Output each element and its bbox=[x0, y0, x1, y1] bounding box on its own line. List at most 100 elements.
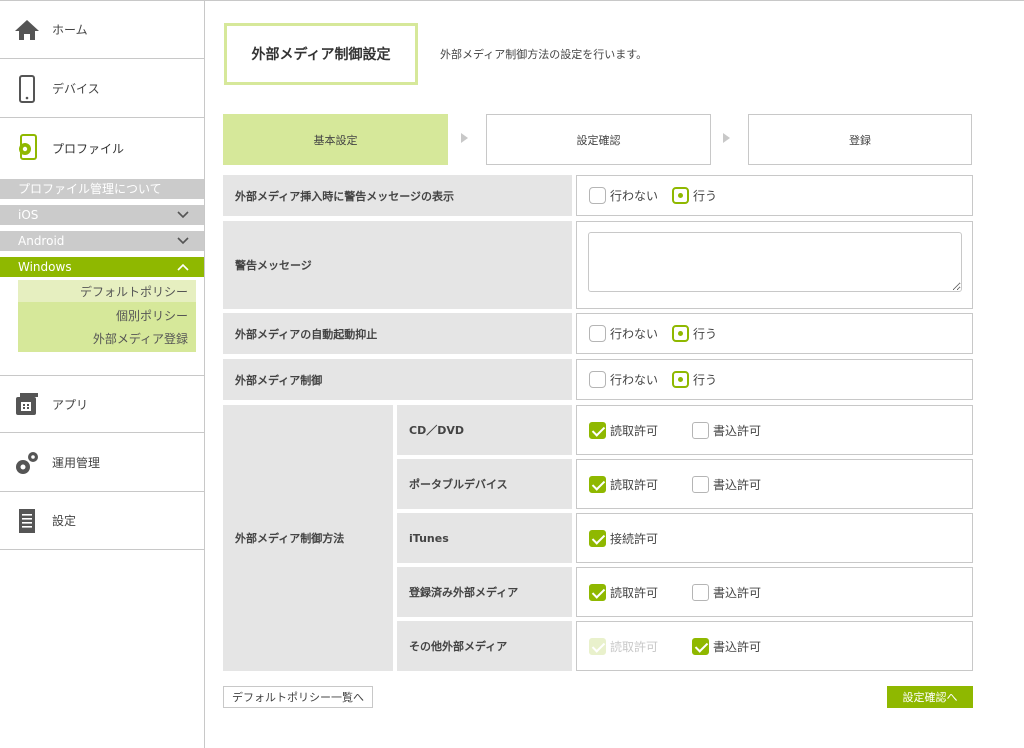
registered-read[interactable]: 読取許可 bbox=[589, 583, 659, 601]
checkbox-checked-icon bbox=[589, 583, 606, 601]
label-portable-device: ポータブルデバイス bbox=[397, 459, 572, 509]
checkbox-icon bbox=[692, 421, 710, 439]
other-write[interactable]: 書込許可 bbox=[692, 637, 761, 655]
registered-write[interactable]: 書込許可 bbox=[692, 583, 762, 601]
home-icon bbox=[12, 15, 42, 45]
nav-operations-label: 運用管理 bbox=[52, 456, 101, 470]
control-off[interactable]: 行わない bbox=[589, 371, 658, 388]
warn-display-off[interactable]: 行わない bbox=[589, 187, 658, 204]
nav-profile-label: プロファイル bbox=[52, 141, 125, 156]
checkbox-icon bbox=[692, 583, 710, 601]
checkbox-checked-icon bbox=[692, 637, 710, 655]
step-arrow-icon bbox=[461, 133, 468, 143]
checkbox-checked-icon bbox=[589, 421, 606, 439]
radio-checked-icon bbox=[672, 325, 690, 342]
checkbox-icon bbox=[692, 475, 710, 493]
warn-message-textarea[interactable] bbox=[588, 232, 962, 292]
page-title: 外部メディア制御設定 bbox=[224, 23, 418, 85]
autorun-options: 行わない 行う bbox=[576, 313, 973, 354]
option-label: 読取許可 bbox=[610, 585, 659, 600]
cd-dvd-options: 読取許可 書込許可 bbox=[576, 405, 973, 455]
top-border bbox=[205, 0, 1024, 1]
control-options: 行わない 行う bbox=[576, 359, 973, 400]
label-warn-message: 警告メッセージ bbox=[223, 221, 572, 309]
radio-icon bbox=[589, 371, 606, 388]
nav-settings-label: 設定 bbox=[52, 514, 77, 528]
cd-dvd-read[interactable]: 読取許可 bbox=[589, 421, 659, 439]
option-label: 書込許可 bbox=[713, 585, 762, 600]
nav-settings[interactable]: 設定 bbox=[0, 492, 204, 550]
gears-icon bbox=[12, 448, 42, 478]
other-read: 読取許可 bbox=[589, 637, 659, 655]
sidebar-item-ios[interactable]: iOS bbox=[0, 205, 204, 225]
page-description: 外部メディア制御方法の設定を行います。 bbox=[440, 48, 648, 61]
label-autorun: 外部メディアの自動起動抑止 bbox=[223, 313, 572, 354]
radio-checked-icon bbox=[672, 187, 690, 204]
nav-operations[interactable]: 運用管理 bbox=[0, 434, 204, 492]
option-label: 読取許可 bbox=[610, 639, 659, 654]
ios-label: iOS bbox=[18, 208, 39, 222]
warn-display-on[interactable]: 行う bbox=[672, 187, 717, 204]
portable-device-options: 読取許可 書込許可 bbox=[576, 459, 973, 509]
nav-home-label: ホーム bbox=[52, 23, 88, 37]
profile-about-label: プロファイル管理について bbox=[18, 182, 162, 196]
windows-item-individual-policy[interactable]: 個別ポリシー bbox=[116, 307, 188, 324]
label-other-media: その他外部メディア bbox=[397, 621, 572, 671]
step-arrow-icon bbox=[723, 133, 730, 143]
chevron-up-icon bbox=[177, 263, 189, 271]
android-label: Android bbox=[18, 234, 65, 248]
label-control: 外部メディア制御 bbox=[223, 359, 572, 400]
windows-submenu: デフォルトポリシー 個別ポリシー 外部メディア登録 bbox=[18, 280, 196, 352]
control-on[interactable]: 行う bbox=[672, 371, 717, 388]
option-label: 行わない bbox=[610, 327, 659, 341]
checkbox-checked-icon bbox=[589, 475, 606, 493]
cd-dvd-write[interactable]: 書込許可 bbox=[692, 421, 761, 439]
sidebar-item-profile-about[interactable]: プロファイル管理について bbox=[0, 179, 204, 199]
autorun-on[interactable]: 行う bbox=[672, 325, 717, 342]
label-cd-dvd: CD／DVD bbox=[397, 405, 572, 455]
default-policy-list-button[interactable]: デフォルトポリシー一覧へ bbox=[223, 686, 373, 708]
other-media-options: 読取許可 書込許可 bbox=[576, 621, 973, 671]
radio-checked-icon bbox=[672, 371, 690, 388]
radio-icon bbox=[589, 325, 606, 342]
option-label: 接続許可 bbox=[610, 531, 659, 546]
smartphone-icon bbox=[12, 74, 42, 104]
itunes-connect[interactable]: 接続許可 bbox=[589, 529, 659, 547]
nav-app[interactable]: アプリ bbox=[0, 375, 204, 433]
label-registered-media: 登録済み外部メディア bbox=[397, 567, 572, 617]
windows-item-default-policy[interactable]: デフォルトポリシー bbox=[80, 283, 188, 300]
autorun-off[interactable]: 行わない bbox=[589, 325, 658, 342]
step-basic: 基本設定 bbox=[223, 114, 448, 165]
label-warn-display: 外部メディア挿入時に警告メッセージの表示 bbox=[223, 175, 572, 216]
checkbox-disabled-icon bbox=[589, 637, 606, 655]
warn-display-options: 行わない 行う bbox=[576, 175, 973, 216]
windows-item-media-registration[interactable]: 外部メディア登録 bbox=[93, 330, 188, 347]
option-label: 行わない bbox=[610, 189, 659, 203]
itunes-options: 接続許可 bbox=[576, 513, 973, 563]
nav-device[interactable]: デバイス bbox=[0, 60, 204, 118]
confirm-settings-button[interactable]: 設定確認へ bbox=[887, 686, 973, 708]
option-label: 行う bbox=[693, 327, 718, 341]
nav-home[interactable]: ホーム bbox=[0, 1, 204, 59]
option-label: 行う bbox=[693, 373, 718, 387]
radio-icon bbox=[589, 187, 606, 204]
registered-media-options: 読取許可 書込許可 bbox=[576, 567, 973, 617]
portable-read[interactable]: 読取許可 bbox=[589, 475, 658, 493]
document-icon bbox=[12, 506, 42, 536]
nav-profile[interactable]: プロファイル bbox=[0, 119, 204, 177]
step-confirm: 設定確認 bbox=[486, 114, 711, 165]
label-method: 外部メディア制御方法 bbox=[223, 405, 393, 671]
windows-label: Windows bbox=[18, 260, 72, 274]
chevron-down-icon bbox=[177, 237, 189, 245]
nav-device-label: デバイス bbox=[52, 82, 100, 96]
nav-app-label: アプリ bbox=[52, 397, 89, 412]
sidebar-item-android[interactable]: Android bbox=[0, 231, 204, 251]
portable-write[interactable]: 書込許可 bbox=[692, 475, 761, 493]
app-icon bbox=[12, 389, 42, 419]
checkbox-checked-icon bbox=[589, 529, 606, 547]
sidebar: ホーム デバイス プロファイル プロファイル管理について iOS Android… bbox=[0, 0, 205, 748]
option-label: 読取許可 bbox=[610, 423, 659, 438]
step-register: 登録 bbox=[748, 114, 972, 165]
profile-gear-icon bbox=[12, 133, 42, 163]
sidebar-item-windows[interactable]: Windows bbox=[0, 257, 204, 277]
